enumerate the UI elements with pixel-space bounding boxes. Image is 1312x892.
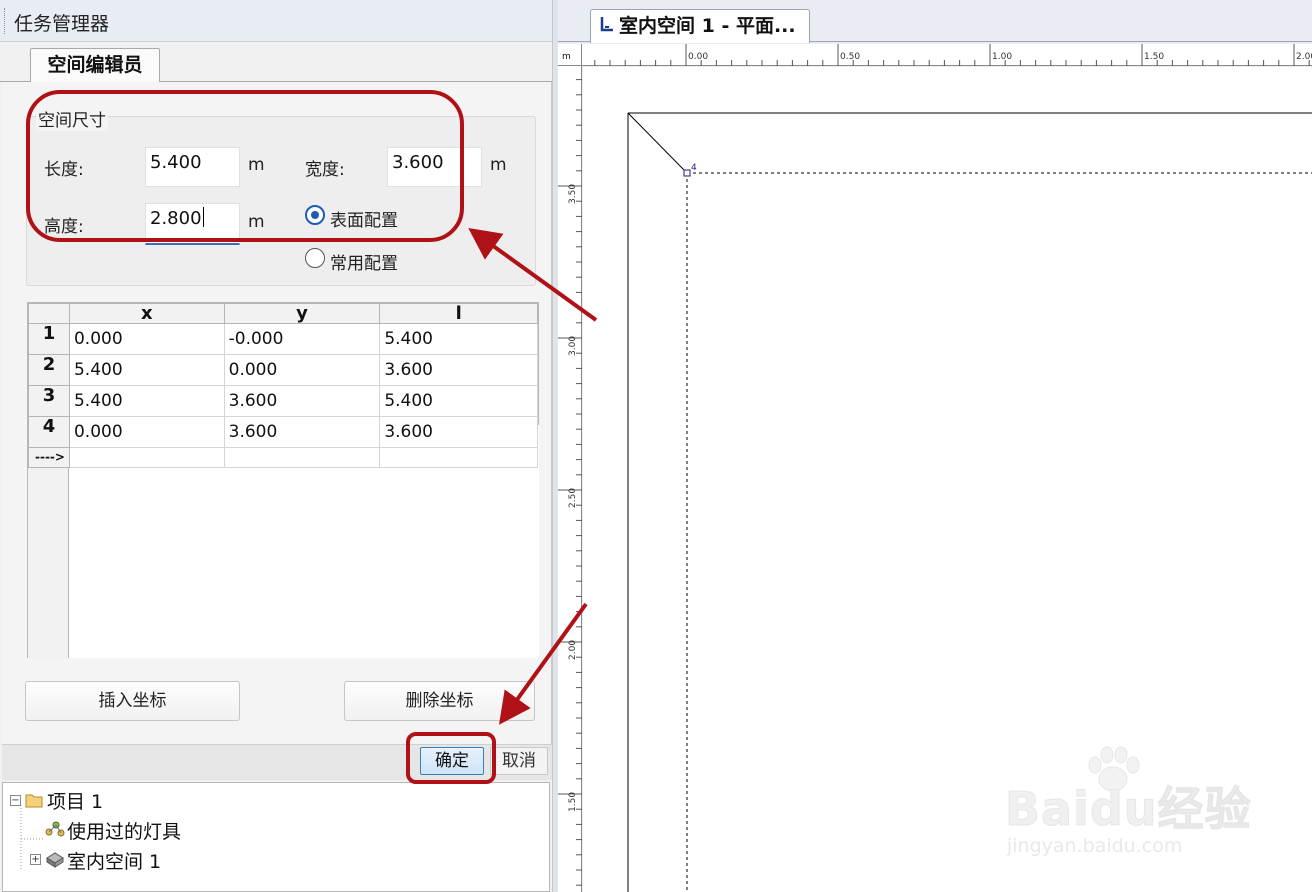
ruler-label: 0.50 — [840, 52, 861, 62]
row-index[interactable]: 4 — [28, 416, 70, 448]
height-label: 高度: — [44, 217, 84, 237]
cell-l[interactable]: 3.600 — [379, 354, 538, 386]
editor-tab-strip: 空间编辑员 — [0, 44, 552, 83]
cell-l[interactable]: 5.400 — [379, 323, 538, 355]
left-ruler: 3.50 3.00 2.50 2.00 1.50 — [558, 66, 582, 892]
coordinate-table[interactable]: x y l 1 0.000 -0.000 5.400 2 5.400 0.000… — [27, 302, 539, 658]
width-field[interactable]: 3.600 — [387, 147, 482, 187]
new-row[interactable]: ----> — [28, 447, 538, 468]
plan-view-icon — [600, 17, 613, 32]
tree-item-project[interactable]: 项目 1 — [47, 787, 103, 814]
cell-y[interactable]: 3.600 — [223, 385, 381, 417]
drag-grip[interactable] — [4, 8, 7, 34]
height-unit: m — [248, 212, 265, 232]
ruler-label: 3.50 — [568, 183, 578, 204]
ruler-label: 1.50 — [568, 791, 578, 812]
ruler-label: 1.00 — [992, 52, 1013, 62]
cell-l[interactable] — [379, 447, 538, 468]
ruler-label: 2.00 — [1296, 52, 1312, 62]
new-row-marker[interactable]: ----> — [28, 447, 70, 468]
task-pane: 任务管理器 空间编辑员 空间尺寸 长度: 5.400 m 宽度: 3.600 m… — [0, 0, 556, 892]
room-icon — [46, 852, 64, 868]
tree-lines — [20, 805, 43, 871]
ruler-label: 1.50 — [1144, 52, 1165, 62]
expand-icon[interactable]: + — [30, 854, 41, 865]
radio-surface-config[interactable] — [305, 205, 325, 225]
table-row[interactable]: 4 0.000 3.600 3.600 — [28, 416, 538, 448]
cell-y[interactable]: 0.000 — [223, 354, 381, 386]
tab-space-editor[interactable]: 空间编辑员 — [30, 48, 160, 83]
width-label: 宽度: — [305, 160, 345, 180]
table-row[interactable]: 2 5.400 0.000 3.600 — [28, 354, 538, 386]
tab-room-plan-view[interactable]: 室内空间 1 - 平面... — [590, 9, 810, 43]
delete-coordinate-button[interactable]: 删除坐标 — [344, 681, 535, 721]
height-field[interactable]: 2.800 — [145, 203, 240, 245]
text-caret — [202, 207, 204, 227]
cell-x[interactable] — [68, 447, 225, 468]
table-row[interactable]: 1 0.000 -0.000 5.400 — [28, 323, 538, 355]
cell-y[interactable]: -0.000 — [223, 323, 381, 355]
table-row[interactable]: 3 5.400 3.600 5.400 — [28, 385, 538, 417]
table-header-row: x y l — [28, 303, 538, 324]
task-pane-title: 任务管理器 — [14, 13, 110, 35]
height-value: 2.800 — [150, 208, 202, 229]
column-header-l[interactable]: l — [379, 303, 538, 324]
cancel-button[interactable]: 取消 — [490, 747, 548, 775]
cell-y[interactable]: 3.600 — [223, 416, 381, 448]
row-index[interactable]: 2 — [28, 354, 70, 386]
top-ruler: 0.00 0.50 1.00 1.50 2.00 — [582, 44, 1312, 66]
length-label: 长度: — [44, 160, 84, 180]
length-field[interactable]: 5.400 — [145, 147, 240, 187]
cell-y[interactable] — [223, 447, 381, 468]
width-unit: m — [490, 155, 507, 175]
column-header-y[interactable]: y — [223, 303, 381, 324]
corner-header — [28, 303, 70, 324]
cell-l[interactable]: 3.600 — [379, 416, 538, 448]
cell-x[interactable]: 5.400 — [68, 385, 225, 417]
cell-x[interactable]: 0.000 — [68, 416, 225, 448]
cell-x[interactable]: 0.000 — [68, 323, 225, 355]
ruler-label: 2.50 — [568, 487, 578, 508]
space-dimensions-group — [26, 116, 536, 286]
baidu-watermark: Baidu经验 jingyan.baidu.com — [1005, 745, 1305, 865]
ruler-unit: m — [558, 44, 582, 66]
ruler-label: 2.00 — [568, 639, 578, 660]
insert-coordinate-button[interactable]: 插入坐标 — [25, 681, 240, 721]
corner-point-label: 4 — [691, 163, 697, 173]
ok-button[interactable]: 确定 — [420, 747, 484, 775]
ruler-label: 0.00 — [688, 52, 709, 62]
coordinate-grid: x y l 1 0.000 -0.000 5.400 2 5.400 0.000… — [28, 303, 538, 468]
task-pane-header: 任务管理器 — [0, 0, 552, 42]
row-index[interactable]: 1 — [28, 323, 70, 355]
watermark-text: Baidu经验 — [1005, 782, 1252, 837]
watermark-url: jingyan.baidu.com — [1007, 835, 1183, 857]
cell-x[interactable]: 5.400 — [68, 354, 225, 386]
row-index[interactable]: 3 — [28, 385, 70, 417]
column-header-x[interactable]: x — [68, 303, 225, 324]
ruler-label: 3.00 — [568, 335, 578, 356]
tree-item-used-luminaires[interactable]: 使用过的灯具 — [67, 817, 181, 844]
radio-surface-config-label[interactable]: 表面配置 — [330, 206, 398, 231]
radio-common-config-label[interactable]: 常用配置 — [330, 249, 398, 274]
tree-item-room[interactable]: 室内空间 1 — [67, 847, 161, 874]
luminaire-icon — [45, 821, 65, 837]
project-tree[interactable]: − 项目 1 使用过的灯具 + 室内空间 1 — [2, 782, 550, 892]
length-unit: m — [248, 155, 265, 175]
space-dimensions-label: 空间尺寸 — [36, 106, 108, 131]
radio-common-config[interactable] — [305, 248, 325, 268]
cell-l[interactable]: 5.400 — [379, 385, 538, 417]
